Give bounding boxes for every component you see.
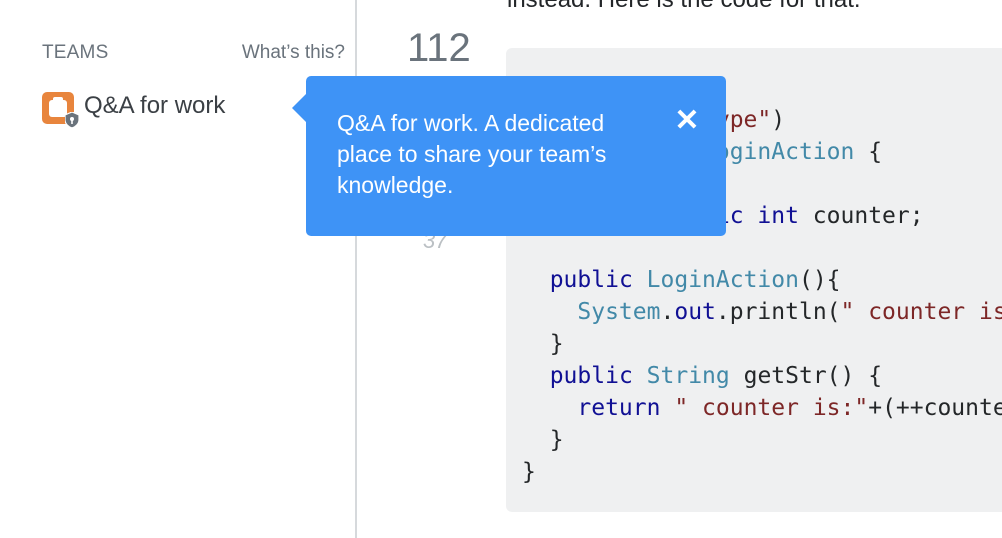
code-token: { <box>854 139 883 165</box>
briefcase-icon <box>42 90 79 128</box>
code-token: String <box>646 363 730 389</box>
code-token: public <box>549 267 633 293</box>
code-token: counter; <box>798 203 924 229</box>
answer-intro-text: instead. Here is the code for that. <box>507 0 861 14</box>
code-token: .println( <box>715 299 841 325</box>
code-token: " counter is:" <box>840 299 1002 325</box>
teams-popover: Q&A for work. A dedicated place to share… <box>292 76 726 236</box>
popover-text: Q&A for work. A dedicated place to share… <box>337 110 607 198</box>
code-token: } <box>522 459 536 485</box>
code-token: LoginAction <box>646 267 799 293</box>
code-line: } <box>522 456 1002 488</box>
code-token: public <box>549 363 633 389</box>
code-token: out <box>674 299 716 325</box>
code-line: public LoginAction(){ <box>522 264 1002 296</box>
code-line: return " counter is:"+(++counter); <box>522 392 1002 424</box>
code-token: " counter is:" <box>674 395 869 421</box>
team-label: Q&A for work <box>84 92 226 119</box>
close-icon[interactable]: ✕ <box>674 106 700 136</box>
teams-title: TEAMS <box>42 42 109 63</box>
code-token: . <box>660 299 675 325</box>
code-token: ) <box>771 107 786 133</box>
code-line: public String getStr() { <box>522 360 1002 392</box>
left-sidebar: TEAMS What’s this? Q&A for work <box>0 0 357 538</box>
teams-header: TEAMS What’s this? <box>42 42 345 64</box>
code-token: } <box>522 331 564 357</box>
code-line: System.out.println(" counter is:"+counte… <box>522 296 1002 328</box>
code-token: +(++counter); <box>868 395 1002 421</box>
code-line: } <box>522 328 1002 360</box>
whats-this-link[interactable]: What’s this? <box>242 42 345 64</box>
vote-count: 112 <box>407 26 471 70</box>
lock-shield-icon <box>65 112 79 128</box>
code-token: } <box>522 427 564 453</box>
code-token: System <box>577 299 661 325</box>
team-item-qa-for-work[interactable]: Q&A for work <box>42 90 226 128</box>
code-token: getStr() { <box>729 363 883 389</box>
code-token: return <box>577 395 661 421</box>
code-token: (){ <box>798 267 841 293</box>
code-line: } <box>522 424 1002 456</box>
